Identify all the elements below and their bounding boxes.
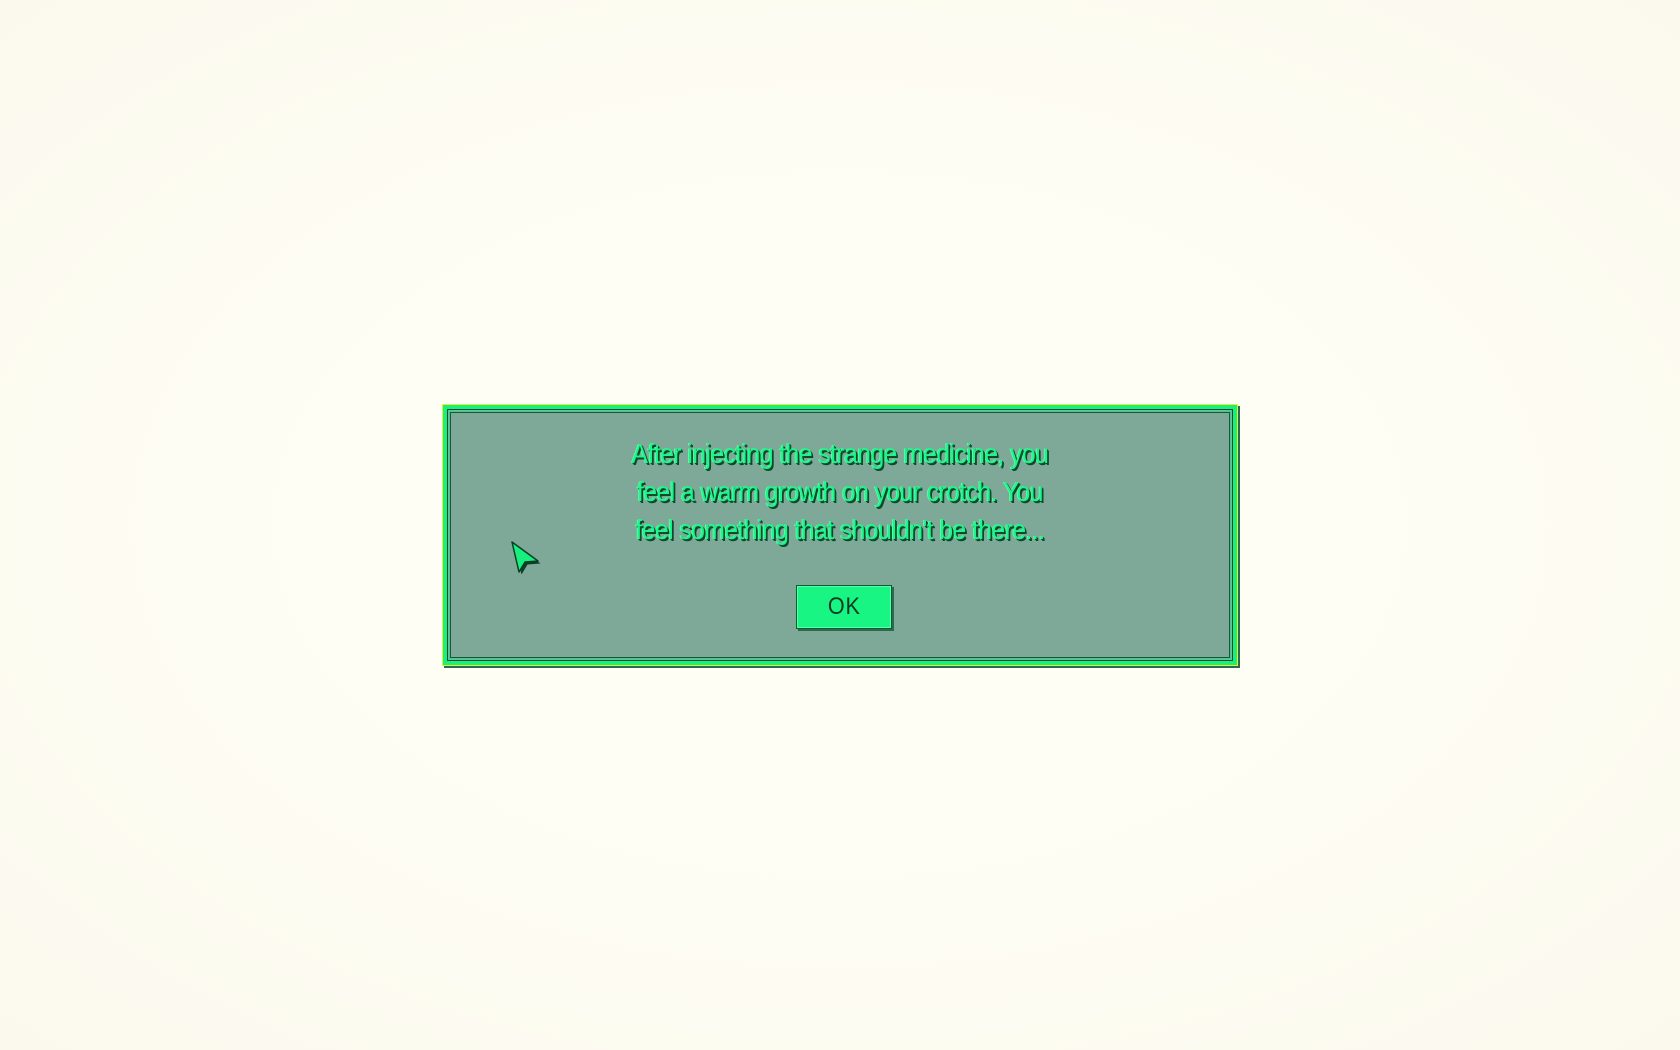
ok-button-label: OK — [827, 593, 861, 620]
dialog-message-line: feel something that shouldn't be there..… — [635, 514, 1045, 545]
pointer-cursor-icon — [511, 541, 541, 574]
dialog-message: After injecting the strange medicine, yo… — [547, 435, 1133, 549]
game-screen: After injecting the strange medicine, yo… — [0, 0, 1680, 1050]
dialog-message-line: feel a warm growth on your crotch. You — [637, 476, 1043, 507]
message-dialog: After injecting the strange medicine, yo… — [443, 405, 1237, 665]
dialog-message-line: After injecting the strange medicine, yo… — [631, 438, 1049, 469]
ok-button[interactable]: OK — [796, 585, 892, 629]
